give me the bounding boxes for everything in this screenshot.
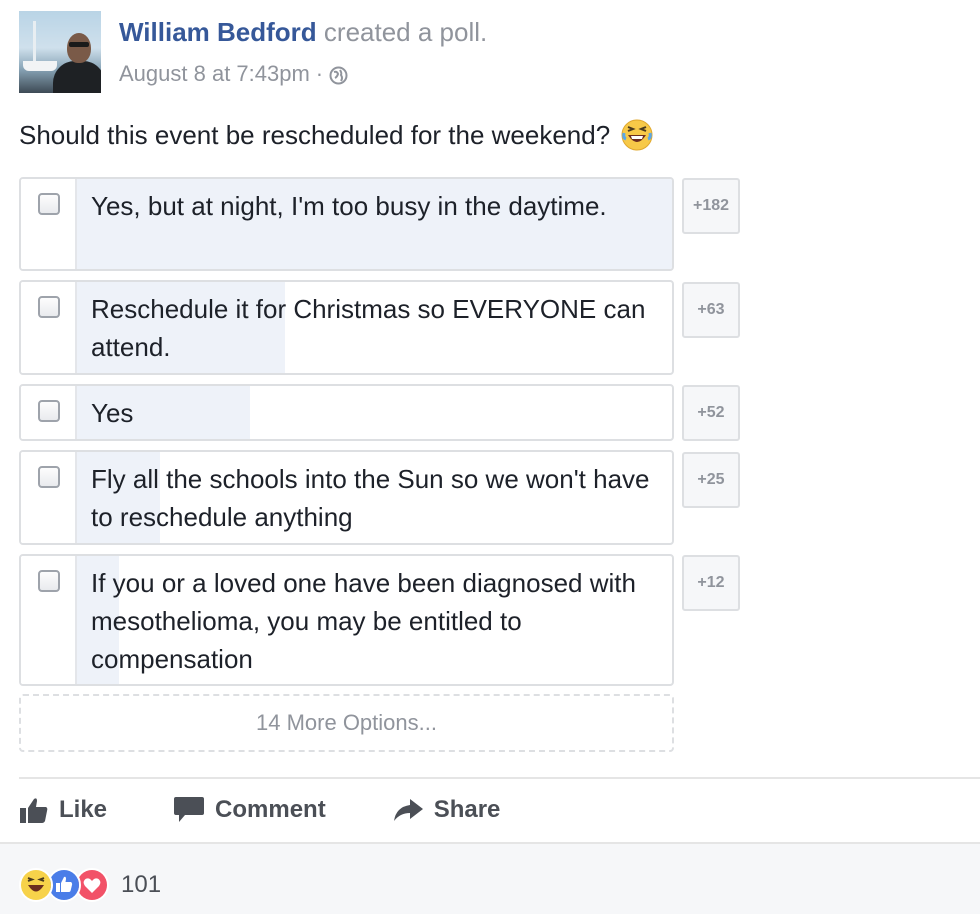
reactions-bar: 101 <box>0 842 980 914</box>
share-button[interactable]: Share <box>392 796 501 824</box>
poll-question: Should this event be rescheduled for the… <box>19 118 654 152</box>
comment-label: Comment <box>215 796 326 823</box>
comment-button[interactable]: Comment <box>173 795 326 825</box>
poll-option[interactable]: If you or a loved one have been diagnose… <box>19 554 674 686</box>
avatar-person-body <box>53 61 101 93</box>
option-checkbox[interactable] <box>38 296 60 318</box>
option-checkbox[interactable] <box>38 570 60 592</box>
option-label: If you or a loved one have been diagnose… <box>91 568 636 674</box>
more-options-button[interactable]: 14 More Options... <box>19 694 674 752</box>
option-checkbox[interactable] <box>38 466 60 488</box>
checkbox-column <box>21 282 77 373</box>
option-label: Yes <box>91 398 134 428</box>
avatar-background-boat <box>23 61 57 71</box>
post-meta: August 8 at 7:43pm · <box>119 61 348 87</box>
poll-question-text: Should this event be rescheduled for the… <box>19 119 611 150</box>
post-actions: Like Comment Share <box>19 790 566 830</box>
reaction-summary[interactable]: 101 <box>19 868 161 902</box>
meta-separator: · <box>315 61 324 86</box>
vote-count-button[interactable]: +182 <box>682 178 740 234</box>
poll-option[interactable]: Fly all the schools into the Sun so we w… <box>19 450 674 545</box>
checkbox-column <box>21 386 77 439</box>
vote-count-button[interactable]: +52 <box>682 385 740 441</box>
vote-count-button[interactable]: +12 <box>682 555 740 611</box>
like-label: Like <box>59 796 108 823</box>
avatar-person-head <box>67 33 91 63</box>
share-arrow-icon <box>392 797 424 823</box>
divider <box>19 777 980 779</box>
option-label: Reschedule it for Christmas so EVERYONE … <box>91 294 646 362</box>
avatar-person-glasses <box>69 42 89 47</box>
comment-bubble-icon <box>173 795 205 825</box>
post-timestamp[interactable]: August 8 at 7:43pm <box>119 61 310 87</box>
poll-option[interactable]: Yes <box>19 384 674 441</box>
reaction-count[interactable]: 101 <box>121 871 161 899</box>
checkbox-column <box>21 179 77 269</box>
author-line: William Bedford created a poll. <box>119 17 487 48</box>
share-label: Share <box>433 796 501 823</box>
poll-option[interactable]: Yes, but at night, I'm too busy in the d… <box>19 177 674 271</box>
author-avatar[interactable] <box>19 11 101 93</box>
haha-icon <box>19 868 53 902</box>
vote-count-button[interactable]: +25 <box>682 452 740 508</box>
post-header: William Bedford created a poll. August 8… <box>19 11 959 93</box>
option-label: Fly all the schools into the Sun so we w… <box>91 464 650 532</box>
option-checkbox[interactable] <box>38 193 60 215</box>
like-button[interactable]: Like <box>19 796 107 824</box>
option-label: Yes, but at night, I'm too busy in the d… <box>91 191 607 221</box>
vote-count-button[interactable]: +63 <box>682 282 740 338</box>
poll-option[interactable]: Reschedule it for Christmas so EVERYONE … <box>19 280 674 375</box>
post-action-text: created a poll. <box>323 17 488 47</box>
thumbs-up-icon <box>19 796 49 824</box>
author-name-link[interactable]: William Bedford <box>119 17 317 47</box>
laughing-emoji-icon <box>620 118 654 152</box>
avatar-background-mast <box>33 21 36 65</box>
checkbox-column <box>21 452 77 543</box>
globe-icon[interactable] <box>329 65 348 84</box>
checkbox-column <box>21 556 77 684</box>
option-checkbox[interactable] <box>38 400 60 422</box>
